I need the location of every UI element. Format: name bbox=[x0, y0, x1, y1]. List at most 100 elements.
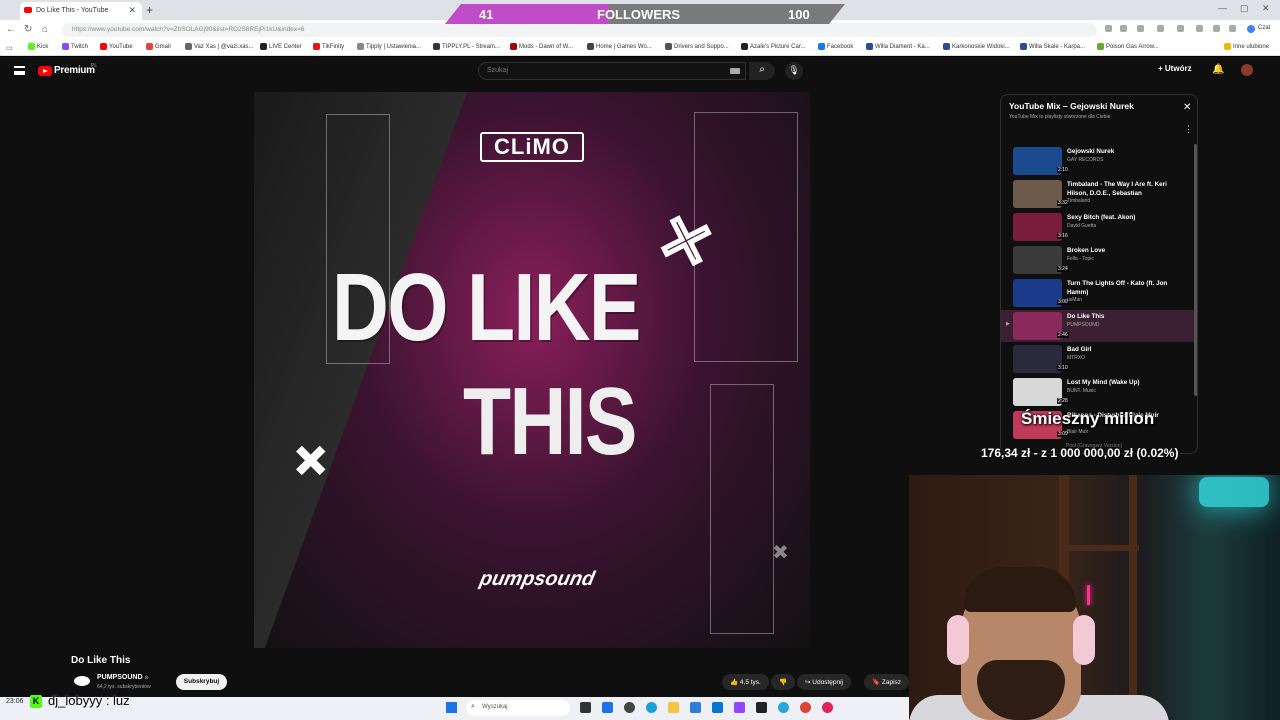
mic-icon[interactable]: 🎙 bbox=[785, 62, 803, 80]
bookmark-item[interactable]: Poison Gas Arrow... bbox=[1097, 43, 1159, 50]
tab-close-icon[interactable]: ✕ bbox=[128, 5, 136, 16]
bookmark-item[interactable]: Twitch bbox=[62, 43, 88, 50]
extension-icon[interactable] bbox=[1213, 25, 1220, 32]
youtube-brand[interactable]: Premium bbox=[54, 65, 95, 76]
playlist-thumbnail[interactable]: 3:24 bbox=[1013, 246, 1069, 274]
menu-icon[interactable] bbox=[14, 66, 25, 75]
video-player[interactable]: CLiMO ✕ ✕ ✖ DO LIKE THIS pumpsound bbox=[254, 92, 810, 648]
steam-icon[interactable] bbox=[624, 702, 635, 713]
bookmark-item[interactable]: LIVE Center bbox=[260, 43, 302, 50]
bookmark-item[interactable]: Willa Diament - Ka... bbox=[866, 43, 930, 50]
search-input[interactable]: Szukaj bbox=[478, 62, 746, 80]
playlist-thumbnail[interactable]: 2:10 bbox=[1013, 147, 1069, 175]
playlist-item-title[interactable]: Turn The Lights Off - Kato (ft. Jon Hamm… bbox=[1067, 280, 1179, 298]
playlist-item[interactable]: 3:16 Sexy Bitch (feat. Akon) David Guetta bbox=[1001, 211, 1197, 243]
playlist-item-title[interactable]: Gejowski Nurek bbox=[1067, 148, 1179, 157]
playlist-item[interactable]: 2:10 Gejowski Nurek GAY RECORDS bbox=[1001, 145, 1197, 177]
avatar[interactable] bbox=[1241, 64, 1253, 76]
edge-icon[interactable] bbox=[646, 702, 657, 713]
bookmark-item[interactable]: Mods - Dawn of W... bbox=[510, 43, 573, 50]
playlist-item-title[interactable]: Bad Girl bbox=[1067, 346, 1179, 355]
playlist-thumbnail[interactable]: 3:10 bbox=[1013, 345, 1069, 373]
mail-icon[interactable] bbox=[690, 702, 701, 713]
bookmark-item[interactable]: Vaz Xas | @vazi.xas... bbox=[185, 43, 254, 50]
playlist-thumbnail[interactable]: 3:32 bbox=[1013, 180, 1069, 208]
playlist-item-title[interactable]: Lost My Mind (Wake Up) bbox=[1067, 379, 1179, 388]
minimize-icon[interactable]: — bbox=[1218, 3, 1227, 13]
playlist-thumbnail[interactable]: 3:16 bbox=[1013, 213, 1069, 241]
chat-label[interactable]: Czat bbox=[1258, 25, 1270, 31]
channel-avatar[interactable] bbox=[74, 676, 90, 686]
store-icon[interactable] bbox=[712, 702, 723, 713]
copilot-icon[interactable] bbox=[1247, 25, 1255, 33]
dislike-button[interactable]: 👎 bbox=[771, 674, 796, 690]
bookmark-item[interactable]: Kick bbox=[28, 43, 48, 50]
apps-icon[interactable]: ▭ bbox=[6, 44, 13, 52]
more-options-icon[interactable]: ⋮ bbox=[1184, 124, 1193, 135]
notifications-bell-icon[interactable]: 🔔 bbox=[1212, 64, 1224, 75]
bookmark-item[interactable]: Azale's Picture Car... bbox=[741, 43, 806, 50]
widgets-icon[interactable] bbox=[602, 702, 613, 713]
playlist-item[interactable]: 3:32 Timbaland - The Way I Are ft. Keri H… bbox=[1001, 178, 1197, 210]
bookmark-item[interactable]: Gmail bbox=[146, 43, 171, 50]
playlist-thumbnail[interactable]: 2:28 bbox=[1013, 378, 1069, 406]
extension-icon[interactable] bbox=[1177, 25, 1184, 32]
bookmark-item[interactable]: Home | Games Wo... bbox=[587, 43, 652, 50]
task-view-icon[interactable] bbox=[580, 702, 591, 713]
app-icon[interactable] bbox=[756, 702, 767, 713]
bookmark-item[interactable]: Willa Skale - Karpa... bbox=[1020, 43, 1085, 50]
new-tab-icon[interactable]: + bbox=[146, 3, 153, 17]
keyboard-icon[interactable] bbox=[730, 68, 740, 74]
close-window-icon[interactable]: ✕ bbox=[1262, 3, 1270, 14]
playlist-item-title[interactable]: Broken Love bbox=[1067, 247, 1179, 256]
taskbar-search-input[interactable]: Wyszukaj bbox=[466, 700, 570, 716]
bookmark-item[interactable]: TikFinity bbox=[313, 43, 344, 50]
other-bookmarks[interactable]: Inne ulubione bbox=[1224, 43, 1269, 50]
extension-icon[interactable] bbox=[1196, 25, 1203, 32]
playlist-item[interactable]: 2:28 Lost My Mind (Wake Up) BUNT. Music bbox=[1001, 376, 1197, 408]
save-button[interactable]: 🔖 Zapisz bbox=[864, 674, 910, 690]
playlist-item-title[interactable]: Sexy Bitch (feat. Akon) bbox=[1067, 214, 1179, 223]
playlist-item-title[interactable]: Timbaland - The Way I Are ft. Keri Hilso… bbox=[1067, 181, 1179, 199]
playlist-item[interactable]: ▶ 2:46 Do Like This PUMPSOUND bbox=[1001, 310, 1197, 342]
chrome-icon[interactable] bbox=[800, 702, 811, 713]
subscribe-button[interactable]: Subskrybuj bbox=[176, 674, 227, 690]
bookmark-item[interactable]: TIPPLY.PL - Stream... bbox=[433, 43, 500, 50]
reload-icon[interactable]: ↻ bbox=[24, 24, 32, 35]
url-field[interactable]: https://www.youtube.com/watch?v=ZbSOLAGj… bbox=[62, 23, 1097, 37]
channel-name[interactable]: PUMPSOUND ⊙ bbox=[97, 674, 149, 681]
browser-tab-active[interactable]: Do Like This - YouTube ✕ bbox=[20, 2, 142, 20]
playlist-scrollbar[interactable] bbox=[1194, 144, 1197, 396]
extension-icon[interactable] bbox=[1120, 25, 1127, 32]
playlist-item[interactable]: 3:00 Turn The Lights Off - Kato (ft. Jon … bbox=[1001, 277, 1197, 309]
extension-icon[interactable] bbox=[1157, 25, 1164, 32]
back-icon[interactable]: ← bbox=[6, 24, 16, 35]
playlist-title[interactable]: YouTube Mix – Gejowski Nurek bbox=[1009, 101, 1134, 111]
youtube-logo-icon[interactable] bbox=[38, 66, 52, 76]
playlist-thumbnail[interactable]: 3:00 bbox=[1013, 279, 1069, 307]
twitch-icon[interactable] bbox=[734, 702, 745, 713]
search-button[interactable]: ⌕ bbox=[749, 62, 775, 80]
windows-start-icon[interactable] bbox=[446, 702, 457, 713]
home-icon[interactable]: ⌂ bbox=[42, 24, 48, 35]
bookmark-item[interactable]: Karkonoskie Widoki... bbox=[943, 43, 1010, 50]
extension-icon[interactable] bbox=[1105, 25, 1112, 32]
file-explorer-icon[interactable] bbox=[668, 702, 679, 713]
bookmark-item[interactable]: Facebook bbox=[818, 43, 853, 50]
like-button[interactable]: 👍 4,5 tys. bbox=[722, 674, 769, 690]
bookmark-item[interactable]: Drivers and Suppo... bbox=[665, 43, 729, 50]
playlist-thumbnail[interactable]: 2:46 bbox=[1013, 312, 1069, 340]
playlist-item[interactable]: 3:24 Broken Love Fella - Topic bbox=[1001, 244, 1197, 276]
extension-icon[interactable] bbox=[1137, 25, 1144, 32]
playlist-item[interactable]: 3:10 Bad Girl MTRXO bbox=[1001, 343, 1197, 375]
close-icon[interactable]: ✕ bbox=[1183, 102, 1191, 113]
playlist-item-title[interactable]: Do Like This bbox=[1067, 313, 1179, 322]
bookmark-item[interactable]: YouTube bbox=[100, 43, 133, 50]
extension-icon[interactable] bbox=[1229, 25, 1236, 32]
create-button[interactable]: + Utwórz bbox=[1158, 64, 1192, 73]
telegram-icon[interactable] bbox=[778, 702, 789, 713]
bookmark-item[interactable]: Tipply | Ustawienia... bbox=[357, 43, 421, 50]
app-icon[interactable] bbox=[822, 702, 833, 713]
share-button[interactable]: ↪ Udostępnij bbox=[797, 674, 851, 690]
maximize-icon[interactable]: ▢ bbox=[1240, 3, 1249, 14]
